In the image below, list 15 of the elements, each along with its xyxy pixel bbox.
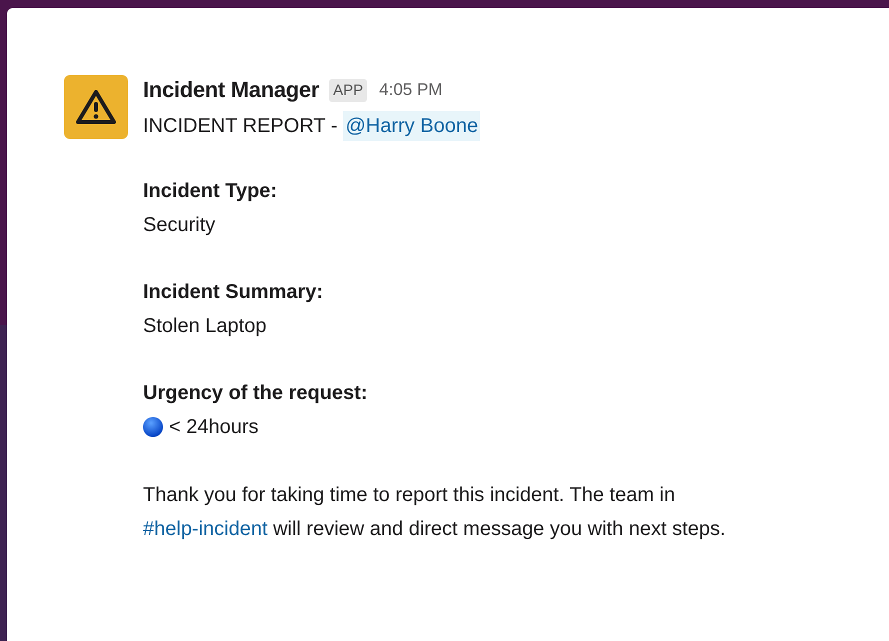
app-avatar-icon xyxy=(64,75,128,139)
sender-name: Incident Manager xyxy=(143,77,320,103)
field-label: Incident Type: xyxy=(143,179,278,204)
channel-link[interactable]: #help-incident xyxy=(143,518,268,540)
timestamp: 4:05 PM xyxy=(379,80,442,100)
circle-icon xyxy=(143,417,163,437)
closing-message: Thank you for taking time to report this incident. The team in #help-incident will review and direct message you with next steps. xyxy=(143,483,727,542)
field-label: Incident Summary: xyxy=(143,280,324,305)
user-mention[interactable]: @Harry Boone xyxy=(343,111,480,141)
field-value: Security xyxy=(143,213,216,238)
report-title: INCIDENT REPORT - xyxy=(143,114,338,139)
field-label: Urgency of the request: xyxy=(143,381,368,406)
app-badge: APP xyxy=(329,78,368,102)
field-value: Stolen Laptop xyxy=(143,314,266,339)
field-value: < 24hours xyxy=(169,415,259,440)
